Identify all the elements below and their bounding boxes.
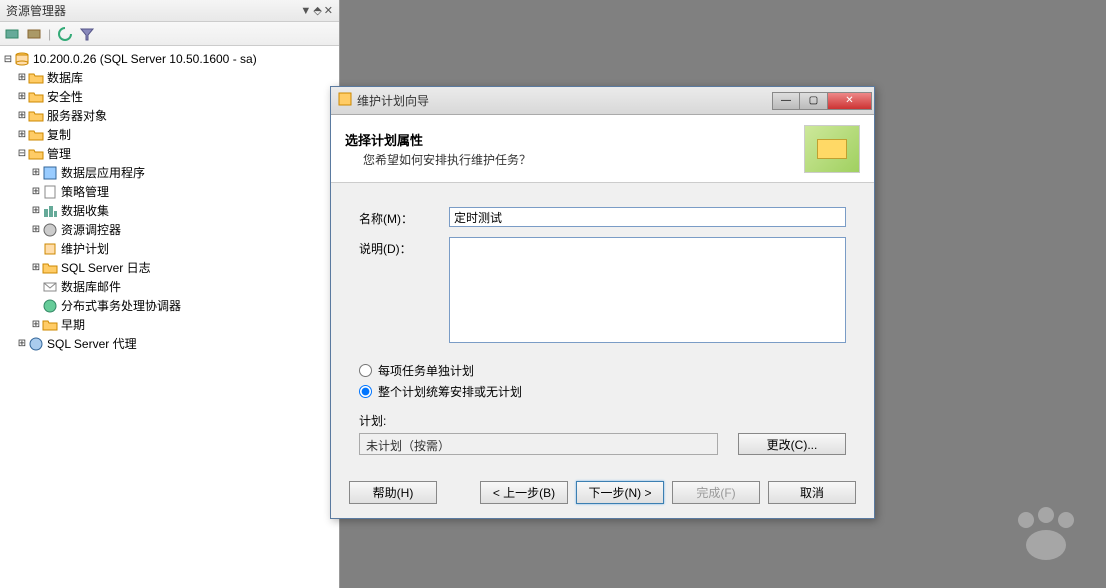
tree-data-tier[interactable]: ⊞ 数据层应用程序	[2, 163, 337, 182]
expand-icon[interactable]: ⊞	[30, 167, 42, 178]
collapse-icon[interactable]: ⊟	[16, 148, 28, 159]
maximize-button[interactable]: ▢	[800, 92, 828, 110]
dtc-icon	[42, 298, 58, 314]
plan-label: 计划:	[359, 412, 846, 429]
description-label: 说明(D)：	[359, 237, 449, 257]
object-explorer-panel: 资源管理器 ▼ ⬘ ✕ | ⊟ 10.200.0.26 (SQL Server …	[0, 0, 340, 588]
radio-separate-schedules[interactable]: 每项任务单独计划	[359, 362, 846, 379]
folder-icon	[28, 127, 44, 143]
tree-replication[interactable]: ⊞ 复制	[2, 125, 337, 144]
wizard-icon	[337, 91, 353, 110]
dialog-title: 维护计划向导	[357, 92, 429, 109]
server-icon	[14, 51, 30, 67]
tree-dtc[interactable]: 分布式事务处理协调器	[2, 296, 337, 315]
radio-single-schedule[interactable]: 整个计划统筹安排或无计划	[359, 383, 846, 400]
expand-icon[interactable]: ⊞	[16, 129, 28, 140]
pin-icon[interactable]: ⬘	[313, 4, 321, 17]
filter-icon[interactable]	[79, 26, 95, 42]
expand-icon[interactable]: ⊞	[30, 262, 42, 273]
disconnect-icon[interactable]	[26, 26, 42, 42]
description-input[interactable]	[449, 237, 846, 343]
folder-icon	[28, 146, 44, 162]
refresh-icon[interactable]	[57, 26, 73, 42]
back-button[interactable]: < 上一步(B)	[480, 481, 568, 504]
tree-server-objects[interactable]: ⊞ 服务器对象	[2, 106, 337, 125]
close-panel-icon[interactable]: ✕	[324, 4, 333, 17]
dialog-body: 名称(M)： 说明(D)： 每项任务单独计划 整个计划统筹安排或无计划 计划:	[331, 183, 874, 469]
name-input[interactable]	[449, 207, 846, 227]
banner-title: 选择计划属性	[345, 130, 531, 149]
object-tree: ⊟ 10.200.0.26 (SQL Server 10.50.1600 - s…	[0, 46, 339, 357]
policy-icon	[42, 184, 58, 200]
cancel-button[interactable]: 取消	[768, 481, 856, 504]
finish-button: 完成(F)	[672, 481, 760, 504]
mail-icon	[42, 279, 58, 295]
connect-icon[interactable]	[4, 26, 20, 42]
tree-maintenance-plans[interactable]: 维护计划	[2, 239, 337, 258]
radio-separate-input[interactable]	[359, 364, 372, 377]
expand-icon[interactable]: ⊞	[30, 224, 42, 235]
next-button[interactable]: 下一步(N) >	[576, 481, 664, 504]
explorer-toolbar: |	[0, 22, 339, 46]
expand-icon[interactable]: ⊞	[16, 110, 28, 121]
radio-single-input[interactable]	[359, 385, 372, 398]
tree-legacy[interactable]: ⊞ 早期	[2, 315, 337, 334]
governor-icon	[42, 222, 58, 238]
minimize-button[interactable]: —	[772, 92, 800, 110]
application-icon	[42, 165, 58, 181]
expand-icon[interactable]: ⊞	[30, 319, 42, 330]
help-button[interactable]: 帮助(H)	[349, 481, 437, 504]
folder-icon	[42, 260, 58, 276]
window-controls: — ▢ ✕	[772, 92, 872, 110]
dropdown-icon[interactable]: ▼	[300, 5, 311, 17]
expand-icon[interactable]: ⊞	[30, 186, 42, 197]
collapse-icon[interactable]: ⊟	[2, 54, 14, 65]
expand-icon[interactable]: ⊞	[16, 72, 28, 83]
tree-resource-governor[interactable]: ⊞ 资源调控器	[2, 220, 337, 239]
collection-icon	[42, 203, 58, 219]
expand-icon[interactable]: ⊞	[16, 91, 28, 102]
folder-icon	[28, 89, 44, 105]
tree-security[interactable]: ⊞ 安全性	[2, 87, 337, 106]
close-button[interactable]: ✕	[828, 92, 872, 110]
folder-icon	[42, 317, 58, 333]
schedule-radio-group: 每项任务单独计划 整个计划统筹安排或无计划	[359, 362, 846, 400]
name-label: 名称(M)：	[359, 207, 449, 227]
maintenance-plan-wizard-dialog: 维护计划向导 — ▢ ✕ 选择计划属性 您希望如何安排执行维护任务？ 名称(M)…	[330, 86, 875, 519]
dialog-banner: 选择计划属性 您希望如何安排执行维护任务？	[331, 115, 874, 183]
panel-header-controls: ▼ ⬘ ✕	[300, 4, 333, 17]
dialog-footer: 帮助(H) < 上一步(B) 下一步(N) > 完成(F) 取消	[331, 469, 874, 518]
panel-header: 资源管理器 ▼ ⬘ ✕	[0, 0, 339, 22]
banner-image	[804, 125, 860, 173]
tree-policy-mgmt[interactable]: ⊞ 策略管理	[2, 182, 337, 201]
expand-icon[interactable]: ⊞	[16, 338, 28, 349]
tree-server-root[interactable]: ⊟ 10.200.0.26 (SQL Server 10.50.1600 - s…	[2, 50, 337, 68]
maintenance-icon	[42, 241, 58, 257]
change-schedule-button[interactable]: 更改(C)...	[738, 433, 846, 455]
panel-title: 资源管理器	[6, 2, 66, 19]
tree-management[interactable]: ⊟ 管理	[2, 144, 337, 163]
banner-subtitle: 您希望如何安排执行维护任务？	[363, 151, 531, 168]
dialog-titlebar[interactable]: 维护计划向导 — ▢ ✕	[331, 87, 874, 115]
tree-databases[interactable]: ⊞ 数据库	[2, 68, 337, 87]
tree-data-collection[interactable]: ⊞ 数据收集	[2, 201, 337, 220]
plan-section: 计划: 未计划（按需） 更改(C)...	[359, 412, 846, 455]
folder-icon	[28, 70, 44, 86]
tree-database-mail[interactable]: 数据库邮件	[2, 277, 337, 296]
folder-icon	[28, 108, 44, 124]
toolbar-separator: |	[48, 27, 51, 41]
watermark-paw-icon	[1006, 505, 1086, 568]
agent-icon	[28, 336, 44, 352]
plan-display: 未计划（按需）	[359, 433, 718, 455]
tree-sql-logs[interactable]: ⊞ SQL Server 日志	[2, 258, 337, 277]
tree-sql-agent[interactable]: ⊞ SQL Server 代理	[2, 334, 337, 353]
expand-icon[interactable]: ⊞	[30, 205, 42, 216]
